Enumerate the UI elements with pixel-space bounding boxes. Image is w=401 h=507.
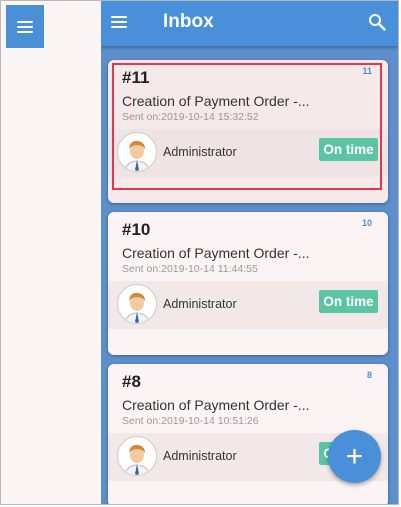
avatar [117, 436, 157, 476]
sent-date: Sent on:2019-10-14 11:44:55 [122, 263, 258, 275]
avatar [117, 132, 157, 172]
inbox-pane: Inbox #11 11 Creation of Payment Order -… [101, 1, 398, 504]
assignee-name: Administrator [163, 449, 237, 463]
inbox-card[interactable]: #11 11 Creation of Payment Order -... Se… [108, 60, 388, 203]
page-title: Inbox [163, 11, 214, 32]
sent-date: Sent on:2019-10-14 15:32:52 [122, 111, 259, 123]
hamburger-icon [17, 20, 33, 33]
case-subject: Creation of Payment Order -... [122, 397, 310, 413]
card-footer: Administrator On time [108, 129, 388, 177]
case-number: #11 [122, 68, 150, 87]
left-menu-button[interactable] [6, 5, 44, 48]
case-count: 8 [366, 370, 372, 380]
case-subject: Creation of Payment Order -... [122, 93, 310, 109]
case-subject: Creation of Payment Order -... [122, 245, 310, 261]
appbar-menu-button[interactable] [111, 16, 127, 28]
avatar [117, 284, 157, 324]
status-badge: On time [319, 138, 378, 161]
sent-date: Sent on:2019-10-14 10:51:26 [122, 415, 259, 427]
case-count: 11 [362, 66, 372, 76]
hamburger-icon [111, 16, 127, 28]
card-footer: Administrator On time [108, 281, 388, 329]
app-bar: Inbox [101, 1, 398, 46]
case-number: #10 [122, 220, 151, 239]
assignee-name: Administrator [163, 297, 237, 311]
case-count: 10 [361, 218, 372, 228]
inbox-card[interactable]: #10 10 Creation of Payment Order -... Se… [108, 212, 388, 355]
status-badge: On time [319, 290, 378, 313]
case-number: #8 [122, 372, 141, 391]
assignee-name: Administrator [163, 145, 237, 159]
add-case-button[interactable]: + [328, 430, 381, 483]
left-pane [1, 1, 102, 504]
search-icon[interactable] [368, 13, 386, 31]
